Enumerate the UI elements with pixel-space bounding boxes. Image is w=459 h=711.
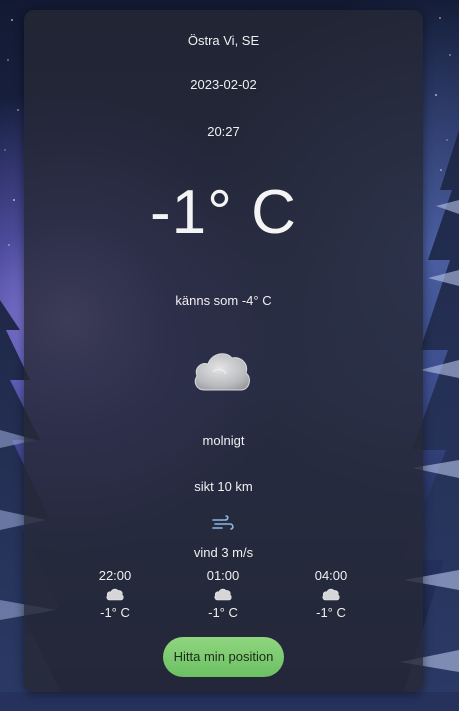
forecast-temperature: -1° C: [316, 605, 346, 620]
location-label: Östra Vi, SE: [187, 33, 260, 48]
cloud-icon: [322, 588, 340, 601]
condition-label: molnigt: [202, 433, 245, 448]
forecast-time: 01:00: [206, 568, 240, 583]
cloud-icon: [106, 588, 124, 601]
forecast-time: 04:00: [314, 568, 348, 583]
cloud-icon: [214, 588, 232, 601]
forecast-temperature: -1° C: [208, 605, 238, 620]
time-label: 20:27: [207, 124, 240, 139]
wind-label: vind 3 m/s: [193, 545, 254, 560]
date-label: 2023-02-02: [190, 77, 257, 92]
find-my-position-button[interactable]: Hitta min position: [163, 637, 284, 677]
weather-card: Östra Vi, SE 2023-02-02 20:27 -1° C känn…: [24, 10, 423, 692]
current-temperature: -1° C: [150, 178, 297, 247]
wind-icon: [212, 515, 234, 530]
forecast-time: 22:00: [98, 568, 132, 583]
visibility-label: sikt 10 km: [194, 479, 253, 494]
feels-like-label: känns som -4° C: [175, 293, 272, 308]
forecast-temperature: -1° C: [100, 605, 130, 620]
cloud-icon: [194, 353, 250, 391]
